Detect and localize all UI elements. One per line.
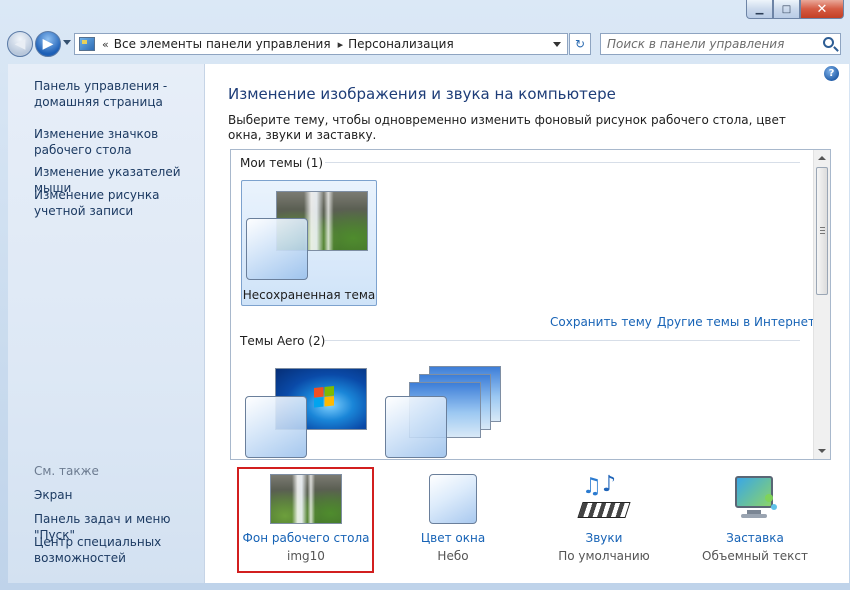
maximize-button[interactable]: □ — [773, 0, 800, 19]
search-box — [600, 33, 841, 55]
window-color-icon — [429, 474, 477, 524]
sidebar-item-account-picture[interactable]: Изменение рисунка учетной записи — [34, 187, 204, 219]
sidebar: Панель управления - домашняя страница Из… — [8, 64, 205, 583]
search-icon[interactable] — [823, 37, 834, 48]
help-icon[interactable]: ? — [824, 66, 839, 81]
back-arrow-icon: ◀ — [14, 36, 26, 52]
see-also-display[interactable]: Экран — [34, 487, 204, 503]
window-color-swatch — [246, 218, 308, 280]
desktop-background-value: img10 — [287, 549, 325, 563]
main-content: ? Изменение изображения и звука на компь… — [205, 64, 849, 583]
scroll-down-icon[interactable] — [818, 449, 826, 453]
see-also-heading: См. также — [34, 464, 99, 478]
section-divider — [325, 162, 800, 163]
theme-tile-landscapes[interactable] — [381, 358, 517, 459]
close-button[interactable]: ✕ — [800, 0, 844, 19]
windows-logo-icon — [314, 385, 334, 409]
page-title: Изменение изображения и звука на компьют… — [228, 85, 616, 103]
section-divider — [325, 340, 800, 341]
address-bar[interactable]: « Все элементы панели управления ▸ Персо… — [74, 33, 568, 55]
window-color-swatch — [385, 396, 447, 458]
refresh-icon: ↻ — [574, 37, 586, 51]
breadcrumb-overflow-icon[interactable]: « — [102, 38, 109, 51]
recent-pages-dropdown[interactable] — [63, 40, 71, 45]
refresh-button[interactable]: ↻ — [569, 33, 591, 55]
page-description: Выберите тему, чтобы одновременно измени… — [228, 113, 786, 142]
see-also-accessibility[interactable]: Центр специальных возможностей — [34, 534, 204, 566]
screensaver-button[interactable]: Заставка Объемный текст — [690, 474, 820, 563]
window-color-swatch — [245, 396, 307, 458]
aero-themes-heading: Темы Aero (2) — [240, 334, 326, 348]
forward-button[interactable]: ▶ — [35, 31, 61, 57]
navigation-bar: ◀ ▶ « Все элементы панели управления ▸ П… — [0, 28, 850, 62]
more-themes-online-link[interactable]: Другие темы в Интернете — [657, 315, 822, 329]
sounds-button[interactable]: ♫ ♪ Звуки По умолчанию — [539, 472, 669, 563]
window-frame: ▁ □ ✕ ◀ ▶ « Все элементы панели управлен… — [0, 0, 850, 590]
window-color-button[interactable]: Цвет окна Небо — [388, 474, 518, 563]
window-color-label[interactable]: Цвет окна — [388, 531, 518, 545]
my-themes-heading: Мои темы (1) — [240, 156, 324, 170]
address-dropdown-icon[interactable] — [553, 42, 561, 47]
minimize-button[interactable]: ▁ — [746, 0, 773, 19]
desktop-background-button[interactable]: Фон рабочего стола img10 — [241, 474, 371, 563]
window-controls: ▁ □ ✕ — [746, 0, 844, 20]
forward-arrow-icon: ▶ — [42, 36, 54, 52]
window-color-value: Небо — [437, 549, 469, 563]
theme-tile-unsaved[interactable]: Несохраненная тема — [241, 180, 377, 306]
breadcrumb-separator-icon[interactable]: ▸ — [338, 38, 344, 51]
scrollbar-thumb[interactable] — [816, 167, 828, 295]
sounds-icon: ♫ ♪ — [577, 472, 631, 524]
theme-tile-windows7[interactable] — [241, 358, 377, 459]
themes-list: Мои темы (1) Несохраненная тема Сохранит… — [230, 149, 831, 460]
save-theme-link[interactable]: Сохранить тему — [550, 315, 652, 329]
sidebar-item-desktop-icons[interactable]: Изменение значков рабочего стола — [34, 126, 204, 158]
sidebar-item-control-panel-home[interactable]: Панель управления - домашняя страница — [34, 78, 204, 110]
screensaver-icon — [731, 474, 779, 524]
scroll-up-icon[interactable] — [818, 156, 826, 160]
sounds-label[interactable]: Звуки — [539, 531, 669, 545]
screensaver-label[interactable]: Заставка — [690, 531, 820, 545]
breadcrumb-all-items[interactable]: Все элементы панели управления — [114, 37, 331, 51]
screensaver-value: Объемный текст — [702, 549, 808, 563]
desktop-background-icon — [270, 474, 342, 524]
back-button[interactable]: ◀ — [7, 31, 33, 57]
sounds-value: По умолчанию — [558, 549, 650, 563]
breadcrumb-personalization[interactable]: Персонализация — [348, 37, 454, 51]
themes-scrollbar[interactable] — [813, 150, 830, 459]
theme-name: Несохраненная тема — [242, 288, 376, 302]
search-input[interactable] — [607, 34, 817, 54]
control-panel-icon — [79, 37, 95, 51]
desktop-background-label[interactable]: Фон рабочего стола — [241, 531, 371, 545]
